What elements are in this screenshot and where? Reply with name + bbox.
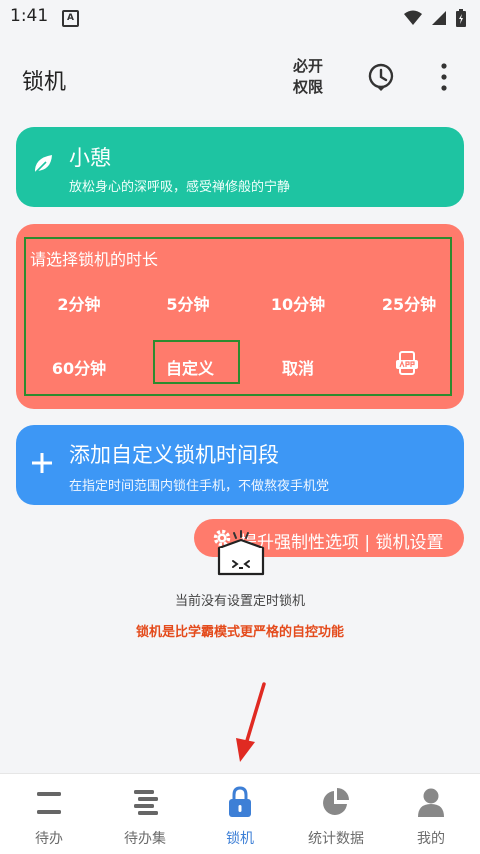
duration-option-2min[interactable]: 2分钟 — [34, 291, 124, 315]
permission-label-line2: 权限 — [292, 78, 323, 96]
duration-option-10min[interactable]: 10分钟 — [253, 291, 343, 315]
more-vert-icon[interactable] — [432, 60, 456, 94]
required-permissions-button[interactable]: 必开 权限 — [288, 56, 328, 98]
todo-icon — [37, 792, 61, 814]
duration-option-25min[interactable]: 25分钟 — [364, 291, 454, 315]
annotation-arrow — [236, 682, 266, 762]
plus-icon — [32, 453, 52, 473]
wifi-icon — [403, 10, 422, 25]
nav-label-statistics: 统计数据 — [308, 831, 364, 847]
app-whitelist-icon[interactable] — [395, 351, 419, 377]
lock-duration-heading: 请选择锁机的时长 — [30, 250, 159, 269]
rest-card[interactable]: 小憩 放松身心的深呼吸，感受禅修般的宁静 — [16, 127, 464, 207]
leaf-icon — [34, 155, 52, 174]
status-bar: 1:41 A — [0, 0, 480, 34]
nav-label-todo-set: 待办集 — [124, 831, 166, 847]
todo-set-icon — [134, 790, 158, 815]
nav-item-profile[interactable]: 我的 — [383, 774, 479, 854]
lock-feature-note: 锁机是比学霸模式更严格的自控功能 — [135, 625, 344, 640]
rest-title: 小憩 — [69, 146, 111, 170]
status-time: 1:41 — [10, 6, 49, 26]
status-notification-badge: A — [62, 10, 79, 27]
cancel-option[interactable]: 取消 — [253, 355, 343, 379]
bottom-navigation: 待办 待办集 锁机 统计数据 我的 — [0, 773, 480, 854]
lock-icon — [229, 786, 251, 817]
duration-option-60min[interactable]: 60分钟 — [34, 355, 124, 379]
add-custom-period-card[interactable]: 添加自定义锁机时间段 在指定时间范围内锁住手机，不做熬夜手机党 — [16, 425, 464, 505]
status-icons — [400, 7, 466, 27]
duration-option-5min[interactable]: 5分钟 — [143, 291, 233, 315]
nav-item-statistics[interactable]: 统计数据 — [288, 774, 384, 854]
lock-settings-label: 提升强制性选项 | 锁机设置 — [240, 533, 444, 553]
add-period-title: 添加自定义锁机时间段 — [69, 443, 279, 467]
page-title: 锁机 — [22, 70, 67, 95]
nav-label-todo: 待办 — [35, 831, 63, 847]
duration-option-custom[interactable]: 自定义 — [145, 355, 235, 379]
person-icon — [418, 788, 444, 817]
nav-item-todo-set[interactable]: 待办集 — [97, 774, 193, 854]
app-bar: 锁机 必开 权限 — [0, 44, 480, 108]
empty-state-text: 当前没有设置定时锁机 — [174, 594, 305, 609]
empty-box-icon — [217, 530, 265, 576]
rest-subtitle: 放松身心的深呼吸，感受禅修般的宁静 — [69, 180, 291, 195]
nav-label-profile: 我的 — [417, 831, 445, 847]
battery-icon — [456, 8, 466, 27]
pie-chart-icon — [323, 788, 349, 815]
nav-label-lock: 锁机 — [226, 831, 254, 847]
add-period-subtitle: 在指定时间范围内锁住手机，不做熬夜手机党 — [69, 479, 330, 494]
permission-label-line1: 必开 — [292, 57, 323, 75]
signal-icon — [431, 10, 446, 25]
nav-item-lock[interactable]: 锁机 — [192, 774, 288, 854]
nav-item-todo[interactable]: 待办 — [1, 774, 97, 854]
clock-icon[interactable] — [366, 62, 396, 92]
lock-duration-card: 请选择锁机的时长 2分钟 5分钟 10分钟 25分钟 60分钟 自定义 取消 — [16, 224, 464, 409]
